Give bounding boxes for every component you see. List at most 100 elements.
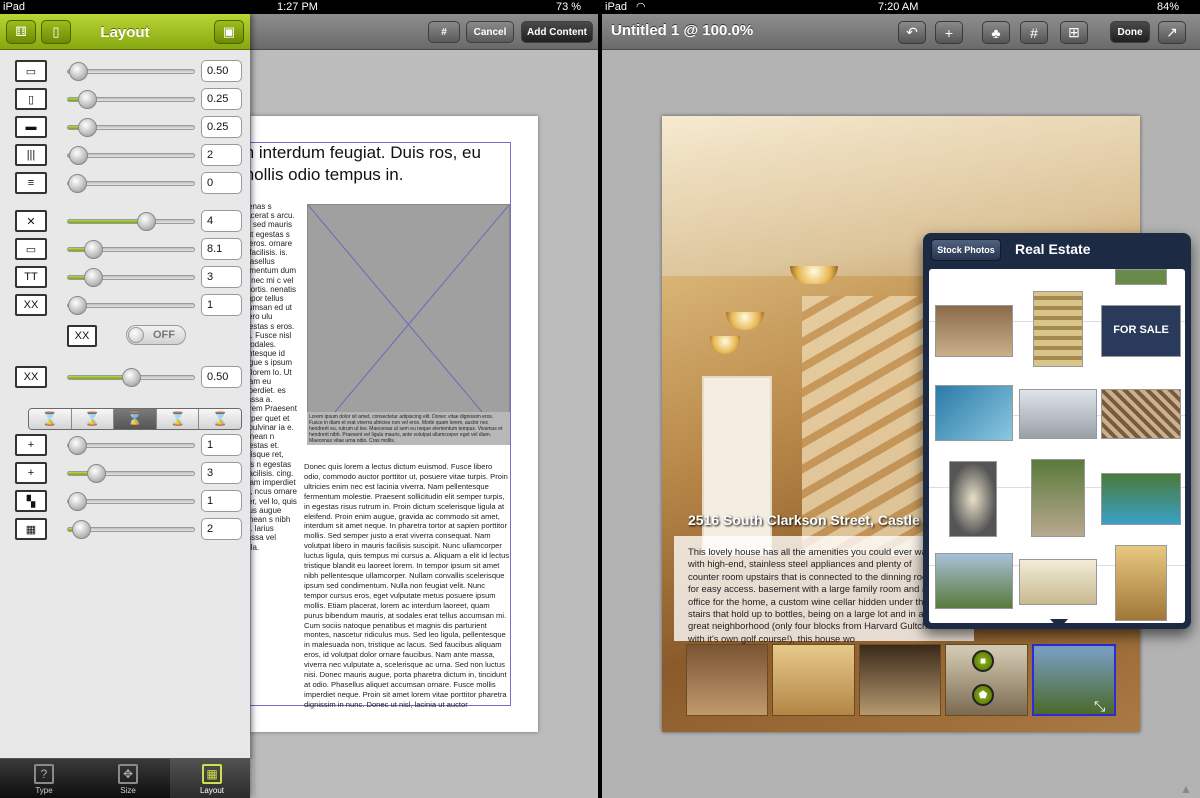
- photo-thumbnail[interactable]: [1033, 291, 1083, 367]
- slider-thumb[interactable]: [86, 464, 106, 483]
- slider-thumb[interactable]: [137, 212, 157, 231]
- slider[interactable]: [67, 62, 195, 81]
- slider-thumb[interactable]: [84, 268, 104, 287]
- value-field[interactable]: 0.25: [201, 116, 242, 138]
- alignment-segment[interactable]: ⌛: [71, 409, 115, 429]
- photo-thumbnail[interactable]: [935, 553, 1013, 609]
- value-field[interactable]: 0: [201, 172, 242, 194]
- slider[interactable]: [67, 174, 195, 193]
- layout-option-icon: XX: [15, 294, 47, 316]
- slider[interactable]: [67, 368, 195, 387]
- photo-thumbnail[interactable]: [1101, 389, 1181, 439]
- slider-thumb[interactable]: [71, 520, 91, 539]
- status-bar: iPad 1:27 PM 73 %: [0, 0, 598, 14]
- toggle-label: OFF: [153, 329, 175, 341]
- alignment-segment[interactable]: ⌛: [199, 409, 241, 429]
- image-placeholder[interactable]: [307, 204, 510, 445]
- value-field[interactable]: 3: [201, 462, 242, 484]
- panel-title: Layout: [100, 24, 150, 41]
- slider[interactable]: [67, 296, 195, 315]
- text-column: Donec quis lorem a lectus dictum euismod…: [304, 462, 510, 709]
- slider[interactable]: [67, 464, 195, 483]
- photo-thumbnail[interactable]: [935, 385, 1013, 441]
- cancel-button[interactable]: Cancel: [466, 21, 514, 43]
- undo-button[interactable]: ↶: [898, 21, 926, 44]
- slider-thumb[interactable]: [69, 62, 89, 81]
- square-shape-button[interactable]: ■: [972, 650, 994, 672]
- document-page[interactable]: m interdum feugiat. Duis ros, eu mollis …: [240, 116, 538, 732]
- slider-row: ▭ 8.1: [0, 238, 250, 262]
- pentagon-shape-button[interactable]: ⬟: [972, 684, 994, 706]
- wifi-icon: ◠: [636, 1, 646, 13]
- scroll-up-icon[interactable]: ▲: [1180, 782, 1192, 796]
- add-content-button[interactable]: Add Content: [521, 21, 593, 43]
- slider[interactable]: [67, 240, 195, 259]
- image-button[interactable]: ♣: [982, 21, 1010, 44]
- back-button[interactable]: Stock Photos: [931, 239, 1001, 261]
- slider[interactable]: [67, 492, 195, 511]
- slider-thumb[interactable]: [77, 118, 97, 137]
- slider[interactable]: [67, 90, 195, 109]
- value-field[interactable]: 3: [201, 266, 242, 288]
- add-button[interactable]: +: [935, 21, 963, 44]
- grid-icon: #: [441, 26, 447, 38]
- value-field[interactable]: 1: [201, 434, 242, 456]
- slider[interactable]: [67, 436, 195, 455]
- battery-level: 73 %: [556, 1, 582, 13]
- photo-thumbnail[interactable]: [935, 305, 1013, 357]
- grid-button[interactable]: #: [1020, 21, 1048, 44]
- value-field[interactable]: 1: [201, 490, 242, 512]
- value-field[interactable]: 0.25: [201, 88, 242, 110]
- value-field[interactable]: 0.50: [201, 60, 242, 82]
- slider[interactable]: [67, 268, 195, 287]
- slider-thumb[interactable]: [67, 296, 87, 315]
- value-field[interactable]: 2: [201, 518, 242, 540]
- layout-button[interactable]: ⊞: [1060, 21, 1088, 44]
- slider-thumb[interactable]: [67, 436, 87, 455]
- value-field[interactable]: 4: [201, 210, 242, 232]
- done-button[interactable]: Done: [1110, 21, 1150, 43]
- photo-thumbnail[interactable]: [1019, 559, 1097, 605]
- slider-row: +1: [0, 434, 250, 458]
- slider-thumb[interactable]: [77, 90, 97, 109]
- thumbnail-room[interactable]: [858, 644, 942, 716]
- photo-thumbnail[interactable]: [1019, 389, 1097, 439]
- slider[interactable]: [67, 212, 195, 231]
- layout-option-icon: ▦: [15, 518, 47, 540]
- margin-guide: [510, 142, 511, 706]
- tab-bar: ? Type ✥ Size ▦ Layout: [0, 758, 254, 798]
- thumbnail-kitchen[interactable]: [686, 644, 769, 716]
- grid-button[interactable]: #: [428, 21, 460, 43]
- slider-thumb[interactable]: [67, 174, 87, 193]
- slider-thumb[interactable]: [69, 146, 89, 165]
- slider-thumb[interactable]: [84, 240, 104, 259]
- map-button[interactable]: ▣: [214, 20, 244, 44]
- resize-icon[interactable]: ⤡: [1094, 698, 1105, 715]
- share-button[interactable]: ↗: [1158, 21, 1186, 44]
- slider[interactable]: [67, 520, 195, 539]
- value-field[interactable]: 1: [201, 294, 242, 316]
- photo-thumbnail[interactable]: [949, 461, 997, 537]
- alignment-segment[interactable]: ⌛: [114, 409, 157, 429]
- toggle-switch[interactable]: OFF: [126, 325, 186, 345]
- slider-fill: [68, 220, 147, 223]
- value-field[interactable]: 2: [201, 144, 242, 166]
- tab-type[interactable]: ? Type: [2, 759, 86, 798]
- alignment-segment[interactable]: ⌛: [29, 409, 72, 429]
- slider[interactable]: [67, 118, 195, 137]
- slider-thumb[interactable]: [67, 492, 87, 511]
- value-field[interactable]: 0.50: [201, 366, 242, 388]
- photo-thumbnail[interactable]: FOR SALE: [1101, 305, 1181, 357]
- slider-thumb[interactable]: [122, 368, 141, 387]
- slider[interactable]: [67, 146, 195, 165]
- thumbnail-bath[interactable]: [772, 644, 855, 716]
- layout-option-icon: ✕: [15, 210, 47, 232]
- photo-thumbnail[interactable]: [1101, 473, 1181, 525]
- photo-thumbnail[interactable]: [1031, 459, 1085, 537]
- photo-thumbnail[interactable]: [1115, 545, 1167, 621]
- tab-size[interactable]: ✥ Size: [86, 759, 170, 798]
- photo-thumbnail[interactable]: [1115, 269, 1167, 285]
- tab-layout[interactable]: ▦ Layout: [170, 759, 254, 798]
- alignment-segment[interactable]: ⌛: [156, 409, 200, 429]
- value-field[interactable]: 8.1: [201, 238, 242, 260]
